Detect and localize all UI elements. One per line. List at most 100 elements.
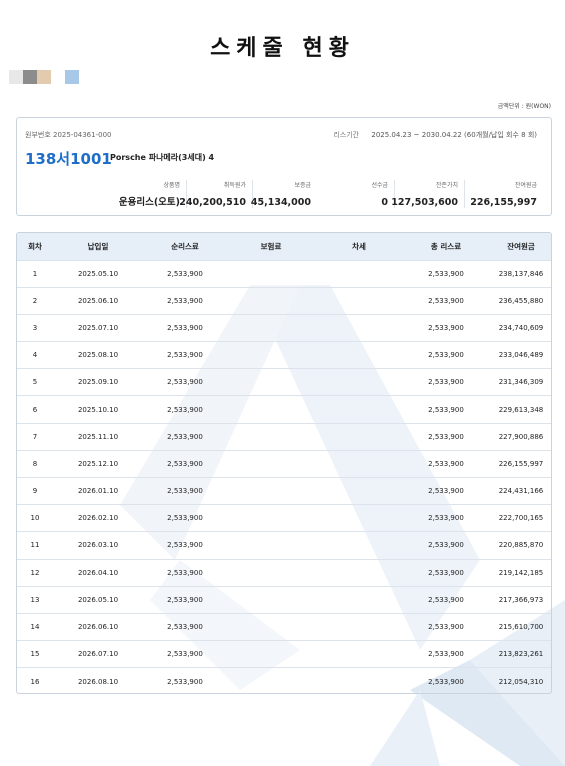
cell-insurance bbox=[227, 423, 315, 450]
cell-total-lease-fee: 2,533,900 bbox=[428, 514, 464, 523]
cell-vehicle-tax bbox=[315, 260, 403, 287]
table-row: 15 2026.07.10 2,533,900 2,533,900 213,823,26… bbox=[17, 640, 551, 668]
summary-product: 상품명 운용리스(오토) bbox=[119, 180, 187, 208]
table-row: 3 2025.07.10 2,533,900 2,533,900 234,740,609 bbox=[17, 314, 551, 341]
cell-vehicle-tax bbox=[315, 478, 403, 505]
cell-vehicle-tax bbox=[315, 641, 403, 668]
table-row: 13 2026.05.10 2,533,900 2,533,900 217,366,97… bbox=[17, 586, 551, 613]
cell-insurance bbox=[227, 287, 315, 314]
cell-payment-date: 2025.12.10 bbox=[77, 459, 119, 468]
cell-insurance bbox=[227, 369, 315, 396]
cell-payment-date: 2026.04.10 bbox=[77, 568, 119, 577]
table-row: 16 2026.08.10 2,533,900 2,533,900 212,054,31… bbox=[17, 667, 551, 693]
cell-total-lease-fee: 2,533,900 bbox=[428, 459, 464, 468]
table-row: 1 2025.05.10 2,533,900 2,533,900 238,137,846 bbox=[17, 260, 551, 287]
summary-advance-payment: 선수금 0 bbox=[347, 180, 395, 208]
currency-unit-note: 금액단위 : 원(WON) bbox=[497, 103, 551, 110]
table-row: 5 2025.09.10 2,533,900 2,533,900 231,346,309 bbox=[17, 368, 551, 396]
table-row: 4 2025.08.10 2,533,900 2,533,900 233,046,489 bbox=[17, 341, 551, 369]
summary-value: 240,200,510 bbox=[179, 197, 246, 208]
cell-vehicle-tax bbox=[315, 668, 403, 693]
cell-remaining-principal: 226,155,997 bbox=[498, 459, 544, 468]
cell-vehicle-tax bbox=[315, 450, 403, 477]
table-row: 11 2026.03.10 2,533,900 2,533,900 220,885,87… bbox=[17, 531, 551, 559]
col-header-insurance: 보험료 bbox=[260, 241, 282, 251]
cell-total-lease-fee: 2,533,900 bbox=[428, 323, 464, 332]
cell-remaining-principal: 215,610,700 bbox=[498, 623, 544, 632]
page-title: 스케줄 현황 bbox=[210, 36, 355, 61]
cell-installment: 6 bbox=[32, 405, 38, 414]
lease-period-value: 2025.04.23 ~ 2030.04.22 (60개월/납입 회수 8 회) bbox=[371, 131, 537, 139]
cell-insurance bbox=[227, 505, 315, 532]
cell-insurance bbox=[227, 478, 315, 505]
cell-remaining-principal: 238,137,846 bbox=[498, 269, 544, 278]
cell-net-lease-fee: 2,533,900 bbox=[167, 514, 203, 523]
cell-total-lease-fee: 2,533,900 bbox=[428, 677, 464, 686]
cell-insurance bbox=[227, 613, 315, 640]
cell-vehicle-tax bbox=[315, 613, 403, 640]
cell-installment: 8 bbox=[32, 459, 38, 468]
payment-schedule-table: 회차 납입일 순리스료 보험료 차세 총 리스료 잔여원금 1 2025.05.1… bbox=[16, 232, 552, 694]
contract-number: 원부번호 2025-04361-000 bbox=[25, 131, 112, 139]
cell-payment-date: 2026.06.10 bbox=[77, 623, 119, 632]
cell-remaining-principal: 213,823,261 bbox=[498, 650, 544, 659]
cell-insurance bbox=[227, 532, 315, 559]
cell-total-lease-fee: 2,533,900 bbox=[428, 568, 464, 577]
table-row: 10 2026.02.10 2,533,900 2,533,900 222,700,16… bbox=[17, 504, 551, 532]
col-header-payment-date: 납입일 bbox=[87, 241, 109, 251]
cell-remaining-principal: 220,885,870 bbox=[498, 541, 544, 550]
cell-net-lease-fee: 2,533,900 bbox=[167, 432, 203, 441]
summary-value: 45,134,000 bbox=[250, 197, 311, 208]
col-header-total-lease-fee: 총 리스료 bbox=[430, 241, 462, 251]
cell-net-lease-fee: 2,533,900 bbox=[167, 568, 203, 577]
col-header-remaining-principal: 잔여원금 bbox=[507, 241, 535, 251]
cell-insurance bbox=[227, 396, 315, 423]
cell-total-lease-fee: 2,533,900 bbox=[428, 296, 464, 305]
cell-payment-date: 2025.07.10 bbox=[77, 323, 119, 332]
col-header-installment: 회차 bbox=[28, 241, 42, 251]
cell-total-lease-fee: 2,533,900 bbox=[428, 650, 464, 659]
swatch bbox=[37, 70, 51, 84]
cell-insurance bbox=[227, 314, 315, 341]
summary-label: 잔존가치 bbox=[435, 182, 458, 189]
cell-payment-date: 2025.09.10 bbox=[77, 378, 119, 387]
swatch bbox=[23, 70, 37, 84]
cell-remaining-principal: 229,613,348 bbox=[498, 405, 544, 414]
cell-installment: 2 bbox=[32, 296, 38, 305]
cell-insurance bbox=[227, 641, 315, 668]
cell-insurance bbox=[227, 559, 315, 586]
swatch bbox=[51, 70, 65, 84]
cell-total-lease-fee: 2,533,900 bbox=[428, 378, 464, 387]
summary-label: 잔여원금 bbox=[514, 182, 537, 189]
cell-net-lease-fee: 2,533,900 bbox=[167, 351, 203, 360]
cell-net-lease-fee: 2,533,900 bbox=[167, 650, 203, 659]
cell-remaining-principal: 236,455,880 bbox=[498, 296, 544, 305]
cell-installment: 4 bbox=[32, 351, 38, 360]
table-header-row: 회차 납입일 순리스료 보험료 차세 총 리스료 잔여원금 bbox=[17, 233, 551, 260]
swatch bbox=[9, 70, 23, 84]
cell-vehicle-tax bbox=[315, 314, 403, 341]
cell-total-lease-fee: 2,533,900 bbox=[428, 541, 464, 550]
cell-installment: 13 bbox=[30, 595, 40, 604]
cell-net-lease-fee: 2,533,900 bbox=[167, 541, 203, 550]
cell-total-lease-fee: 2,533,900 bbox=[428, 405, 464, 414]
table-row: 12 2026.04.10 2,533,900 2,533,900 219,142,18… bbox=[17, 559, 551, 586]
cell-installment: 10 bbox=[30, 514, 40, 523]
table-row: 7 2025.11.10 2,533,900 2,533,900 227,900,886 bbox=[17, 423, 551, 450]
cell-total-lease-fee: 2,533,900 bbox=[428, 623, 464, 632]
cell-insurance bbox=[227, 668, 315, 693]
summary-label: 취득원가 bbox=[223, 182, 246, 189]
cell-payment-date: 2026.01.10 bbox=[77, 487, 119, 496]
table-row: 8 2025.12.10 2,533,900 2,533,900 226,155,997 bbox=[17, 450, 551, 477]
cell-remaining-principal: 234,740,609 bbox=[498, 323, 544, 332]
summary-acquisition-cost: 취득원가 240,200,510 bbox=[179, 180, 253, 208]
cell-vehicle-tax bbox=[315, 423, 403, 450]
cell-vehicle-tax bbox=[315, 287, 403, 314]
cell-remaining-principal: 224,431,166 bbox=[498, 487, 544, 496]
cell-payment-date: 2026.03.10 bbox=[77, 541, 119, 550]
summary-deposit: 보증금 45,134,000 bbox=[250, 180, 317, 208]
cell-installment: 15 bbox=[30, 650, 40, 659]
cell-insurance bbox=[227, 342, 315, 369]
cell-total-lease-fee: 2,533,900 bbox=[428, 269, 464, 278]
cell-net-lease-fee: 2,533,900 bbox=[167, 459, 203, 468]
